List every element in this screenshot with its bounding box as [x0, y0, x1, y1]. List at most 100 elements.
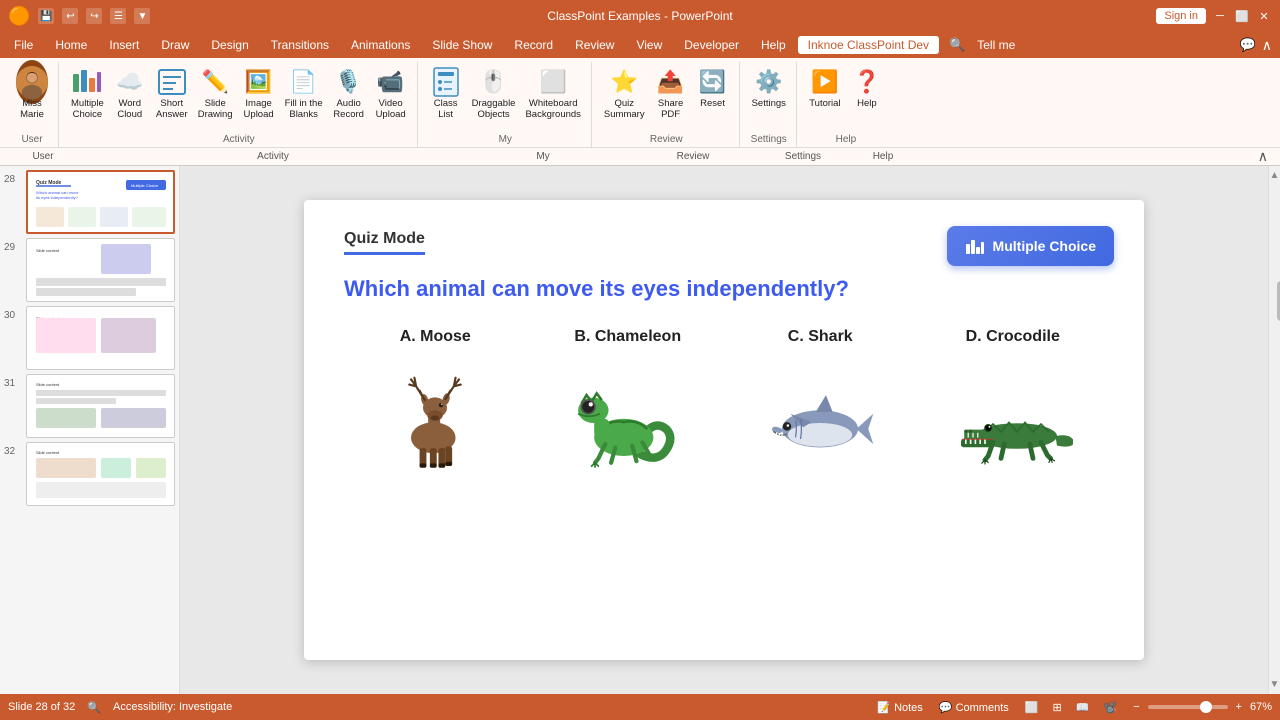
signin-button[interactable]: Sign in [1156, 8, 1206, 24]
ribbon-btn-fillblanks[interactable]: 📄 Fill in theBlanks [281, 64, 327, 123]
answer-a: A. Moose [344, 328, 527, 472]
ribbon-btn-help[interactable]: ❓ Help [847, 64, 887, 111]
menu-transitions[interactable]: Transitions [261, 36, 339, 54]
menu-animations[interactable]: Animations [341, 36, 420, 54]
menu-classpoint[interactable]: Inknoe ClassPoint Dev [798, 36, 939, 54]
svg-text:Slide content: Slide content [36, 450, 60, 455]
slide-thumb-32[interactable]: 32 Slide content [4, 442, 175, 506]
ribbon-btn-multiplechoice[interactable]: MultipleChoice [67, 64, 108, 123]
draggable-icon: 🖱️ [478, 66, 510, 98]
ribbon-btn-tutorial[interactable]: ▶️ Tutorial [805, 64, 845, 111]
slide-preview-31[interactable]: Slide content [26, 374, 175, 438]
ribbon-btn-draggable[interactable]: 🖱️ DraggableObjects [468, 64, 520, 123]
fillblanks-label: Fill in theBlanks [285, 98, 323, 121]
menu-tellme[interactable]: Tell me [967, 36, 1025, 54]
section-activity: Activity [78, 151, 468, 162]
menu-view[interactable]: View [626, 36, 672, 54]
comments-button[interactable]: 💬 Comments [935, 701, 1013, 714]
user-name-label: MissMarie [20, 98, 44, 121]
settings-label: Settings [752, 98, 786, 109]
ribbon-btn-videoupload[interactable]: 📹 VideoUpload [371, 64, 411, 123]
whiteboard-label: WhiteboardBackgrounds [525, 98, 580, 121]
ribbon-group-label-my: My [426, 134, 585, 147]
ribbon-btn-slidedrawing[interactable]: ✏️ SlideDrawing [194, 64, 237, 123]
slide-number-30: 30 [4, 306, 22, 321]
ribbon-collapse-btn[interactable]: ∧ [1258, 37, 1276, 54]
ribbon-btn-sharepdf[interactable]: 📤 SharePDF [651, 64, 691, 123]
restore-icon[interactable]: ⬜ [1234, 8, 1250, 24]
help-label: Help [857, 98, 877, 109]
multiple-choice-btn-icon [965, 236, 985, 256]
slide-number-32: 32 [4, 442, 22, 457]
slide-preview-32[interactable]: Slide content [26, 442, 175, 506]
ribbon-btn-imageupload[interactable]: 🖼️ ImageUpload [239, 64, 279, 123]
answer-d-image [922, 352, 1105, 472]
slide-sorter-btn[interactable]: ⊞ [1048, 701, 1065, 714]
save-icon[interactable]: 💾 [38, 8, 54, 24]
slide-number-31: 31 [4, 374, 22, 389]
undo-icon[interactable]: ↩ [62, 8, 78, 24]
slide-thumb-30[interactable]: 30 Slide content [4, 306, 175, 370]
multiple-choice-button[interactable]: Multiple Choice [947, 226, 1114, 266]
slide-preview-29[interactable]: Slide content [26, 238, 175, 302]
ribbon-btn-user[interactable]: MissMarie [12, 64, 52, 123]
svg-text:Multiple Choice: Multiple Choice [131, 183, 159, 188]
normal-view-btn[interactable]: ⬜ [1021, 701, 1043, 714]
right-scrollbar[interactable]: ▲ ▼ [1268, 166, 1280, 694]
menu-insert[interactable]: Insert [99, 36, 149, 54]
comments-icon[interactable]: 💬 [1240, 37, 1256, 53]
ribbon-collapse-button[interactable]: ∧ [1254, 148, 1272, 165]
redo-icon[interactable]: ↪ [86, 8, 102, 24]
slide-thumb-31[interactable]: 31 Slide content [4, 374, 175, 438]
menu-slideshow[interactable]: Slide Show [422, 36, 502, 54]
slide-preview-30[interactable]: Slide content [26, 306, 175, 370]
quick-access-icon[interactable]: ▼ [134, 8, 150, 24]
accessibility-label: Accessibility: Investigate [113, 701, 232, 713]
reading-view-btn[interactable]: 📖 [1072, 701, 1094, 714]
menu-design[interactable]: Design [201, 36, 258, 54]
ribbon-btn-wordcloud[interactable]: ☁️ WordCloud [110, 64, 150, 123]
multiple-choice-btn-label: Multiple Choice [993, 238, 1096, 254]
ribbon-btn-audiorecord[interactable]: 🎙️ AudioRecord [329, 64, 369, 123]
canvas-area: Quiz Mode Multiple Choice Which animal c… [180, 166, 1268, 694]
ribbon-settings-buttons: ⚙️ Settings [748, 62, 790, 132]
close-icon[interactable]: ✕ [1256, 8, 1272, 24]
zoom-control: − + 67% [1129, 701, 1272, 713]
zoom-out-btn[interactable]: − [1129, 701, 1143, 713]
menu-review[interactable]: Review [565, 36, 624, 54]
menu-help[interactable]: Help [751, 36, 796, 54]
ribbon-sections-bar: User Activity My Review Settings Help ∧ [0, 148, 1280, 166]
notes-icon: 📝 [877, 702, 891, 714]
menu-record[interactable]: Record [504, 36, 563, 54]
menu-file[interactable]: File [4, 36, 43, 54]
menu-home[interactable]: Home [45, 36, 97, 54]
zoom-thumb[interactable] [1200, 701, 1212, 713]
notes-button[interactable]: 📝 Notes [873, 701, 927, 714]
notes-label: Notes [894, 702, 923, 714]
slide-preview-28[interactable]: Quiz Mode Which animal can move its eyes… [26, 170, 175, 234]
slide-thumb-28[interactable]: 28 Quiz Mode Which animal can move its e… [4, 170, 175, 234]
shortanswer-label: ShortAnswer [156, 98, 188, 121]
ribbon-btn-whiteboard[interactable]: ⬜ WhiteboardBackgrounds [521, 64, 584, 123]
status-right: 📝 Notes 💬 Comments ⬜ ⊞ 📖 📽️ − + 67% [873, 701, 1272, 714]
presenter-view-btn[interactable]: 📽️ [1099, 701, 1121, 714]
customize-icon[interactable]: ☰ [110, 8, 126, 24]
zoom-in-btn[interactable]: + [1232, 701, 1246, 713]
slide-thumb-29[interactable]: 29 Slide content [4, 238, 175, 302]
ribbon-group-label-help: Help [805, 134, 887, 147]
min-icon[interactable]: ─ [1212, 8, 1228, 24]
ribbon-btn-classlist[interactable]: ClassList [426, 64, 466, 123]
status-left: Slide 28 of 32 🔍 Accessibility: Investig… [8, 701, 232, 714]
menu-draw[interactable]: Draw [151, 36, 199, 54]
ribbon-btn-quizsummary[interactable]: ⭐ QuizSummary [600, 64, 649, 123]
ribbon-btn-settings[interactable]: ⚙️ Settings [748, 64, 790, 111]
zoom-slider[interactable] [1148, 705, 1228, 709]
ribbon-btn-reset[interactable]: 🔄 Reset [693, 64, 733, 111]
ribbon-group-my: ClassList 🖱️ DraggableObjects ⬜ Whiteboa… [422, 62, 592, 147]
svg-text:Slide content: Slide content [36, 382, 60, 387]
ribbon-btn-shortanswer[interactable]: ShortAnswer [152, 64, 192, 123]
search-icon[interactable]: 🔍 [949, 37, 965, 53]
menu-developer[interactable]: Developer [674, 36, 749, 54]
section-user: User [8, 151, 78, 162]
audiorecord-label: AudioRecord [333, 98, 364, 121]
